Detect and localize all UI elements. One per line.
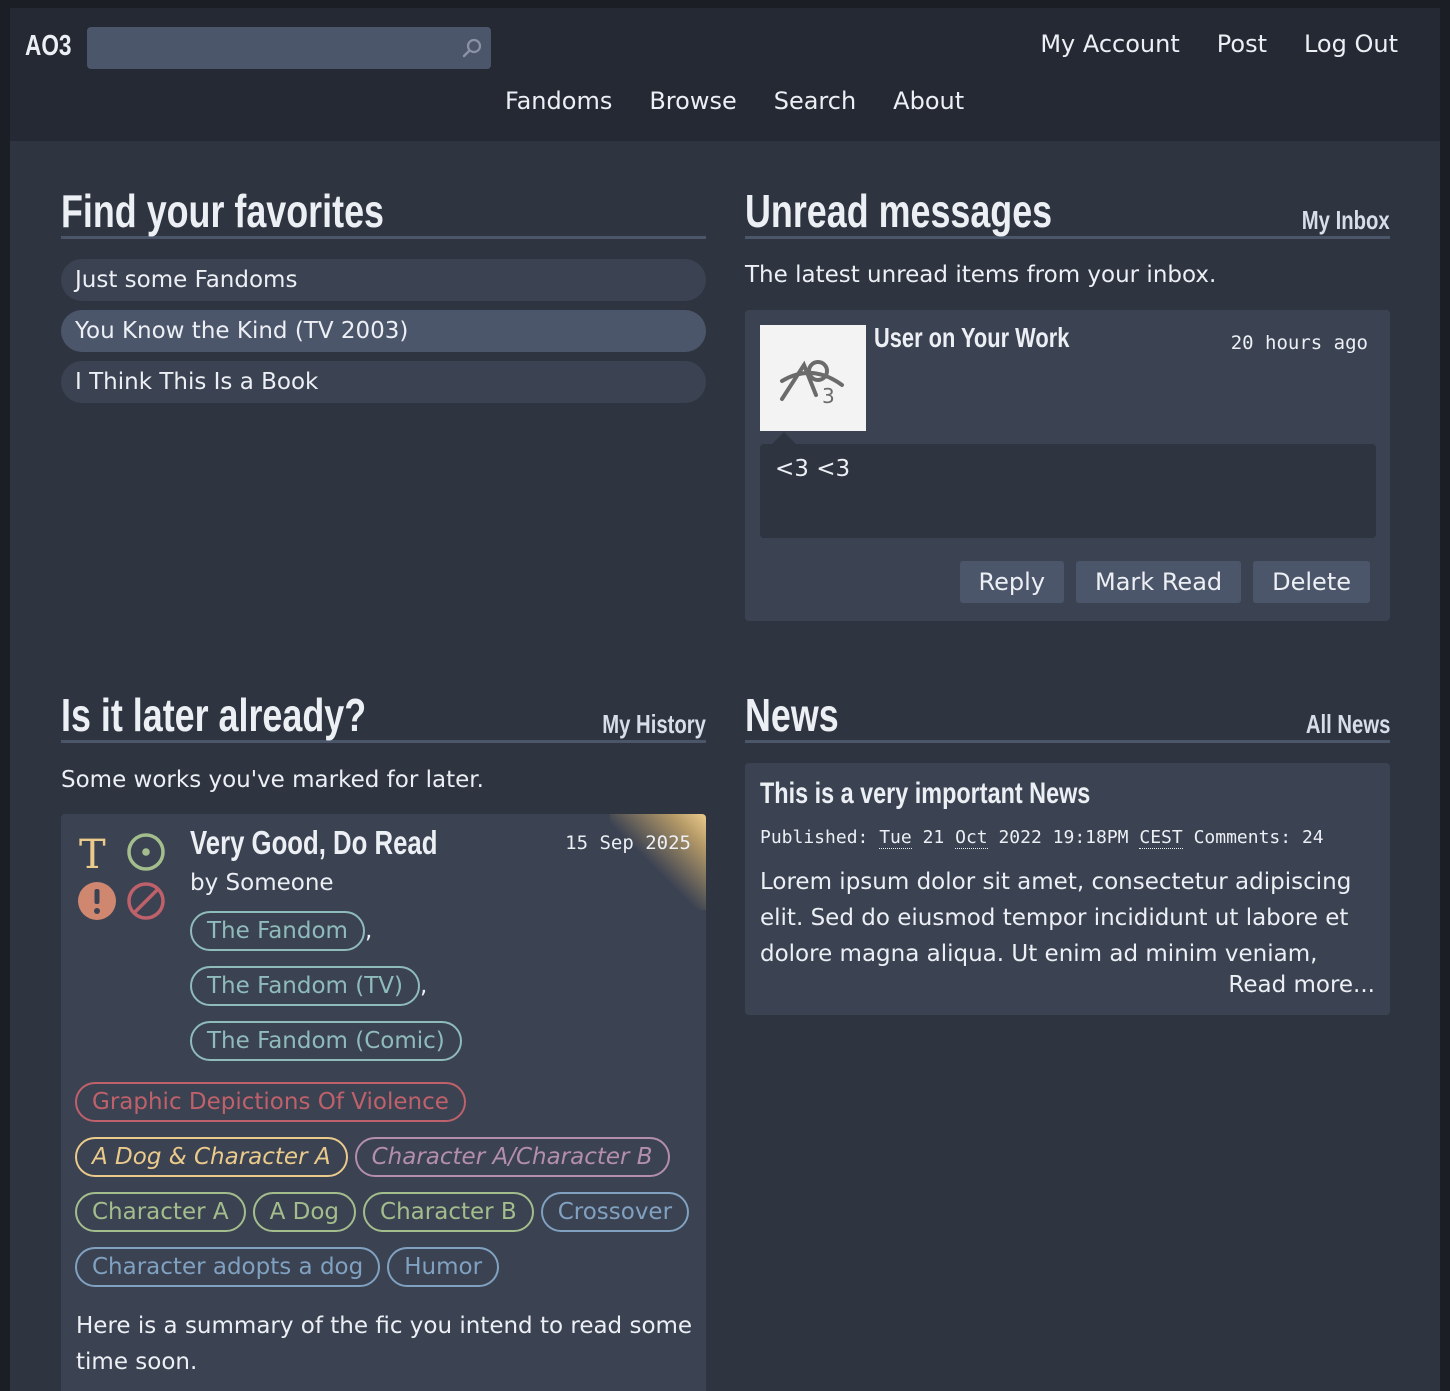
message-body: <3 <3	[775, 456, 851, 482]
svg-text:3: 3	[822, 384, 835, 408]
fandom-tag[interactable]: The Fandom	[190, 911, 365, 951]
messages-title: Unread messages	[745, 185, 1053, 237]
news-title: News	[745, 689, 839, 741]
mark-read-button[interactable]: Mark Read	[1076, 561, 1242, 603]
all-news-link[interactable]: All News	[1305, 709, 1390, 740]
news-body: Lorem ipsum dolor sit amet, consectetur …	[760, 869, 1352, 967]
character-tag[interactable]: A Dog	[252, 1192, 357, 1232]
category-none-icon	[127, 882, 165, 920]
favorite-item[interactable]: Just some Fandoms	[61, 259, 706, 301]
message-actions: Reply Mark Read Delete	[959, 561, 1370, 603]
work-title[interactable]: Very Good, Do Read	[190, 824, 437, 862]
delete-button[interactable]: Delete	[1253, 561, 1370, 603]
freeform-tag[interactable]: Crossover	[540, 1192, 690, 1232]
nav-about[interactable]: About	[893, 87, 964, 115]
work-byline[interactable]: by Someone	[190, 870, 334, 896]
search-input[interactable]	[87, 27, 491, 69]
main-nav: Fandoms Browse Search About	[505, 87, 964, 115]
top-bar: AO3 My Account Post Log Out Fandoms Brow…	[10, 8, 1440, 141]
fandom-tag[interactable]: The Fandom (Comic)	[190, 1021, 462, 1061]
work-required-tags: T	[78, 832, 165, 920]
favorite-item[interactable]: I Think This Is a Book	[61, 361, 706, 403]
news-weekday: Tue	[879, 827, 912, 849]
comma: ,	[364, 918, 373, 944]
my-history-link[interactable]: My History	[602, 709, 706, 740]
later-intro: Some works you've marked for later.	[61, 767, 484, 793]
reply-button[interactable]: Reply	[959, 561, 1065, 603]
comments-label: Comments:	[1193, 827, 1292, 848]
work-card: T Very Good, Do Read 15 Sep 2025 by Some…	[61, 814, 706, 1391]
news-meta: Published: Tue 21 Oct 2022 19:18PM CEST …	[760, 827, 1324, 849]
my-inbox-link[interactable]: My Inbox	[1302, 205, 1390, 236]
news-day: 21	[922, 827, 945, 848]
news-month: Oct	[955, 827, 988, 849]
comments-count[interactable]: 24	[1302, 827, 1324, 848]
messages-heading: Unread messages My Inbox	[745, 185, 1390, 239]
message-bubble: <3 <3	[760, 432, 1376, 538]
ao3-avatar-icon: 3	[780, 360, 844, 408]
fandom-tags: The Fandom, The Fandom (TV), The Fandom …	[190, 911, 690, 1076]
work-tags: Graphic Depictions Of Violence A Dog & C…	[75, 1082, 695, 1302]
message-sender[interactable]: User on Your Work	[874, 322, 1069, 354]
complete-status-icon	[127, 833, 165, 871]
avatar[interactable]: 3	[760, 325, 866, 431]
work-corner-ribbon	[610, 814, 706, 910]
site-logo[interactable]: AO3	[25, 30, 72, 63]
favorites-title: Find your favorites	[61, 185, 384, 237]
work-date: 15 Sep 2025	[565, 832, 691, 854]
nav-search[interactable]: Search	[774, 87, 856, 115]
read-more-link[interactable]: Read more...	[1228, 972, 1375, 998]
news-item-title[interactable]: This is a very important News	[760, 777, 1090, 811]
news-card: This is a very important News Published:…	[745, 763, 1390, 1015]
fandom-tag[interactable]: The Fandom (TV)	[190, 966, 420, 1006]
search-icon[interactable]	[461, 37, 483, 59]
work-summary: Here is a summary of the fic you intend …	[76, 1313, 693, 1375]
news-heading: News All News	[745, 689, 1390, 743]
message-time: 20 hours ago	[1230, 332, 1368, 354]
freeform-tag[interactable]: Humor	[387, 1247, 500, 1287]
relationship-tag[interactable]: A Dog & Character A	[75, 1137, 348, 1177]
rating-icon: T	[79, 832, 106, 878]
character-tag[interactable]: Character A	[75, 1192, 246, 1232]
later-title: Is it later already?	[61, 689, 367, 741]
post-link[interactable]: Post	[1217, 30, 1267, 58]
svg-text:T: T	[79, 832, 106, 878]
news-year-time: 2022 19:18PM	[998, 827, 1129, 848]
later-heading: Is it later already? My History	[61, 689, 706, 743]
user-nav: My Account Post Log Out	[1040, 30, 1398, 58]
log-out-link[interactable]: Log Out	[1304, 30, 1398, 58]
favorites-heading: Find your favorites	[61, 185, 706, 239]
warning-icon	[78, 882, 116, 920]
relationship-tag[interactable]: Character A/Character B	[354, 1137, 670, 1177]
published-label: Published:	[760, 827, 869, 848]
comma: ,	[420, 973, 428, 999]
nav-fandoms[interactable]: Fandoms	[505, 87, 612, 115]
warning-tag[interactable]: Graphic Depictions Of Violence	[75, 1082, 466, 1122]
favorites-list: Just some Fandoms You Know the Kind (TV …	[61, 259, 706, 412]
character-tag[interactable]: Character B	[363, 1192, 534, 1232]
news-timezone: CEST	[1139, 827, 1183, 849]
my-account-link[interactable]: My Account	[1040, 30, 1179, 58]
message-card: 3 User on Your Work 20 hours ago <3 <3 R…	[745, 310, 1390, 621]
messages-intro: The latest unread items from your inbox.	[745, 262, 1217, 288]
nav-browse[interactable]: Browse	[649, 87, 736, 115]
favorite-item[interactable]: You Know the Kind (TV 2003)	[61, 310, 706, 352]
freeform-tag[interactable]: Character adopts a dog	[75, 1247, 381, 1287]
page: AO3 My Account Post Log Out Fandoms Brow…	[10, 8, 1440, 1391]
